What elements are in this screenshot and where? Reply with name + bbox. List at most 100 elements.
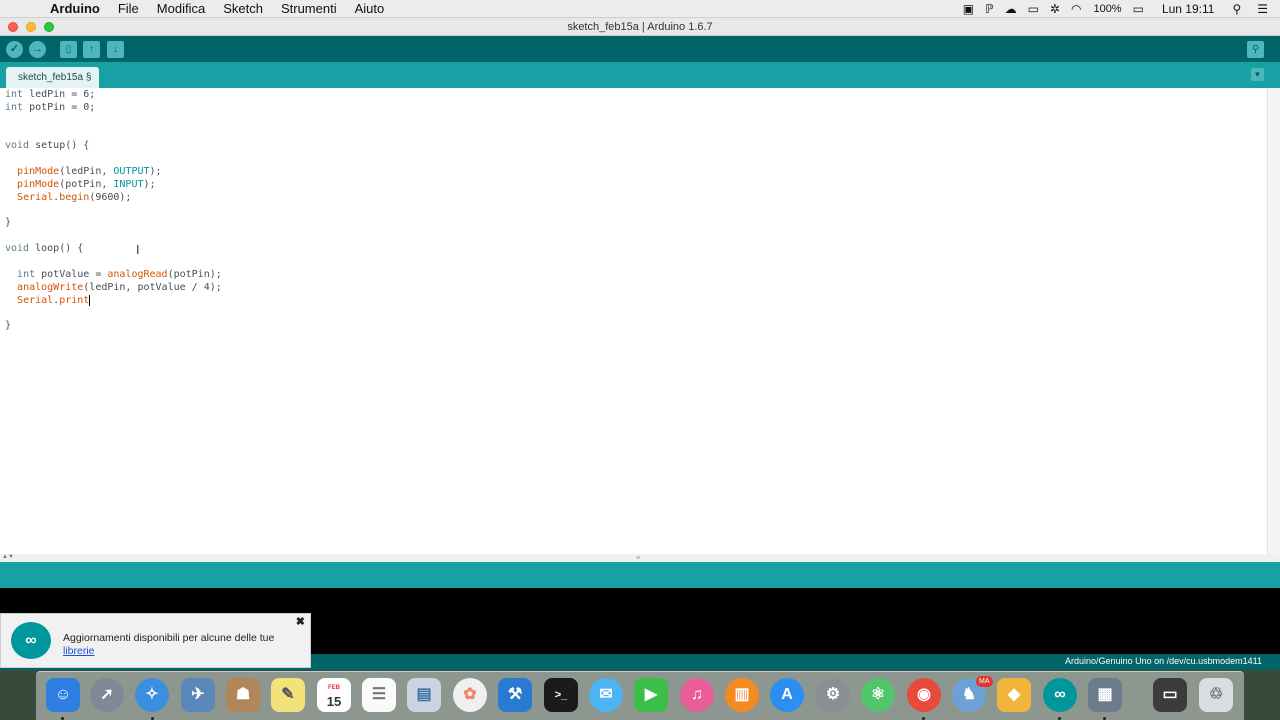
minimize-window-button[interactable]	[26, 22, 36, 32]
system-preferences-icon[interactable]: ⚙	[816, 678, 850, 712]
battery-percent[interactable]: 100%	[1093, 3, 1121, 15]
function: pinMode	[17, 166, 60, 177]
code-line: pinMode(ledPin, OUTPUT);	[17, 166, 162, 177]
code-line: Serial.print	[17, 294, 91, 306]
keyword: int	[5, 89, 24, 100]
constant: INPUT	[113, 179, 144, 190]
pane-divider[interactable]: ▲▼ ≡	[0, 554, 1280, 562]
drag-handle-icon[interactable]: ≡	[636, 555, 640, 562]
update-notification: ∞ Aggiornamenti disponibili per alcune d…	[0, 613, 311, 668]
facetime-icon[interactable]: ▶	[634, 678, 668, 712]
message-area	[0, 562, 1280, 588]
photos-icon[interactable]: ✿	[453, 678, 487, 712]
chevron-down-icon: ▼	[1253, 70, 1262, 79]
code-line: int ledPin = 6;	[5, 89, 96, 100]
wifi-icon[interactable]: ◠	[1071, 2, 1081, 16]
serial-monitor-button[interactable]: ⚲	[1247, 41, 1264, 58]
libraries-link[interactable]: librerie	[63, 645, 95, 657]
function: pinMode	[17, 179, 60, 190]
notification-message: Aggiornamenti disponibili per alcune del…	[63, 632, 274, 658]
xcode-icon[interactable]: ⚒	[498, 678, 532, 712]
tab-sketch[interactable]: sketch_feb15a §	[6, 67, 100, 88]
terminal-icon[interactable]: >_	[544, 678, 578, 712]
keyword: void	[5, 243, 30, 254]
collapse-arrows-icon[interactable]: ▲▼	[2, 554, 14, 560]
trash-icon[interactable]: ♲	[1199, 678, 1233, 712]
function: print	[59, 295, 90, 306]
tab-menu-button[interactable]: ▼	[1251, 68, 1264, 81]
safari-icon[interactable]: ✧	[135, 678, 169, 712]
new-sketch-button[interactable]: ▯	[60, 41, 77, 58]
keyword: void	[5, 140, 30, 151]
code-line: void loop() {	[5, 243, 84, 254]
menu-file[interactable]: File	[118, 0, 139, 18]
camera-icon[interactable]: ▣	[963, 2, 974, 16]
airplay-icon[interactable]: ▭	[1028, 2, 1039, 16]
app-store-icon[interactable]: A	[770, 678, 804, 712]
code-line: }	[5, 320, 12, 331]
menu-tools[interactable]: Strumenti	[281, 0, 337, 18]
finder-icon[interactable]: ☺	[46, 678, 80, 712]
itunes-icon[interactable]: ♫	[680, 678, 714, 712]
spotlight-icon[interactable]: ⚲	[1232, 2, 1241, 16]
upload-button[interactable]: →	[29, 41, 46, 58]
menu-help[interactable]: Aiuto	[355, 0, 385, 18]
keyword: int	[5, 102, 24, 113]
menu-sketch[interactable]: Sketch	[223, 0, 263, 18]
close-window-button[interactable]	[8, 22, 18, 32]
notification-center-icon[interactable]: ☰	[1257, 2, 1268, 16]
verify-button[interactable]: ✓	[6, 41, 23, 58]
function: begin	[59, 192, 90, 203]
window-title-bar: sketch_feb15a | Arduino 1.6.7	[0, 18, 1280, 36]
contacts-icon[interactable]: ☗	[226, 678, 260, 712]
bluetooth-icon[interactable]: ✲	[1050, 2, 1060, 16]
keynote-icon[interactable]: ▤	[407, 678, 441, 712]
code-line: int potValue = analogRead(potPin);	[17, 269, 222, 280]
menu-edit[interactable]: Modifica	[157, 0, 205, 18]
notification-text: Aggiornamenti disponibili per alcune del…	[63, 632, 275, 644]
atom-icon[interactable]: ⚛	[861, 678, 895, 712]
photo-slideshow-icon[interactable]: ▦	[1088, 678, 1122, 712]
reminders-icon[interactable]: ☰	[362, 678, 396, 712]
launchpad-icon[interactable]: ➚	[90, 678, 124, 712]
arduino-logo-icon: ∞	[11, 622, 51, 659]
toolbar: ✓ → ▯ ↑ ↓ ⚲	[0, 36, 1280, 62]
messages-icon[interactable]: ✉	[589, 678, 623, 712]
screenshot-folder-icon[interactable]: ▭	[1153, 678, 1187, 712]
constant: OUTPUT	[113, 166, 150, 177]
cloud-icon[interactable]: ☁	[1005, 2, 1017, 16]
code-editor[interactable]: int ledPin = 6; int potPin = 0; void set…	[0, 88, 1267, 560]
window-title: sketch_feb15a | Arduino 1.6.7	[567, 20, 713, 33]
sketch-icon[interactable]: ◆	[997, 678, 1031, 712]
open-sketch-button[interactable]: ↑	[83, 41, 100, 58]
code-line: void setup() {	[5, 140, 90, 151]
arduino-icon[interactable]: ∞	[1043, 678, 1077, 712]
new-icon: ▯	[65, 44, 72, 55]
open-icon: ↑	[89, 44, 94, 55]
notes-icon[interactable]: ✎	[271, 678, 305, 712]
calendar-icon[interactable]: FEB 15	[317, 678, 351, 712]
editor-scrollbar[interactable]	[1267, 88, 1280, 560]
function: analogRead	[107, 269, 168, 280]
clock[interactable]: Lun 19:11	[1162, 2, 1215, 16]
serial-monitor-icon: ⚲	[1251, 44, 1260, 55]
pushbullet-icon[interactable]: ℙ	[985, 2, 993, 16]
code-line: analogWrite(ledPin, potValue / 4);	[17, 282, 222, 293]
chrome-icon[interactable]: ◉	[907, 678, 941, 712]
preview-icon[interactable]: ✈	[181, 678, 215, 712]
tab-bar: sketch_feb15a § ▼	[0, 62, 1280, 88]
dock: ☺ ➚ ✧ ✈ ☗ ✎ FEB 15 ☰ ▤ ✿ ⚒ >_ ✉ ▶ ♫ ▥ A ⚙…	[36, 671, 1244, 720]
code-line: pinMode(potPin, INPUT);	[17, 179, 156, 190]
menu-bar: Arduino File Modifica Sketch Strumenti A…	[0, 0, 1280, 18]
menu-app-name[interactable]: Arduino	[50, 0, 100, 18]
calendar-day: 15	[326, 694, 342, 709]
close-notification-icon[interactable]: ✖	[296, 615, 305, 628]
save-sketch-button[interactable]: ↓	[107, 41, 124, 58]
notification-badge: MA	[976, 676, 993, 687]
ibooks-icon[interactable]: ▥	[725, 678, 759, 712]
calendar-month: FEB	[328, 685, 340, 691]
battery-icon[interactable]: ▭	[1133, 2, 1144, 16]
upload-icon: →	[32, 43, 43, 55]
maximize-window-button[interactable]	[44, 22, 54, 32]
save-icon: ↓	[113, 44, 118, 55]
